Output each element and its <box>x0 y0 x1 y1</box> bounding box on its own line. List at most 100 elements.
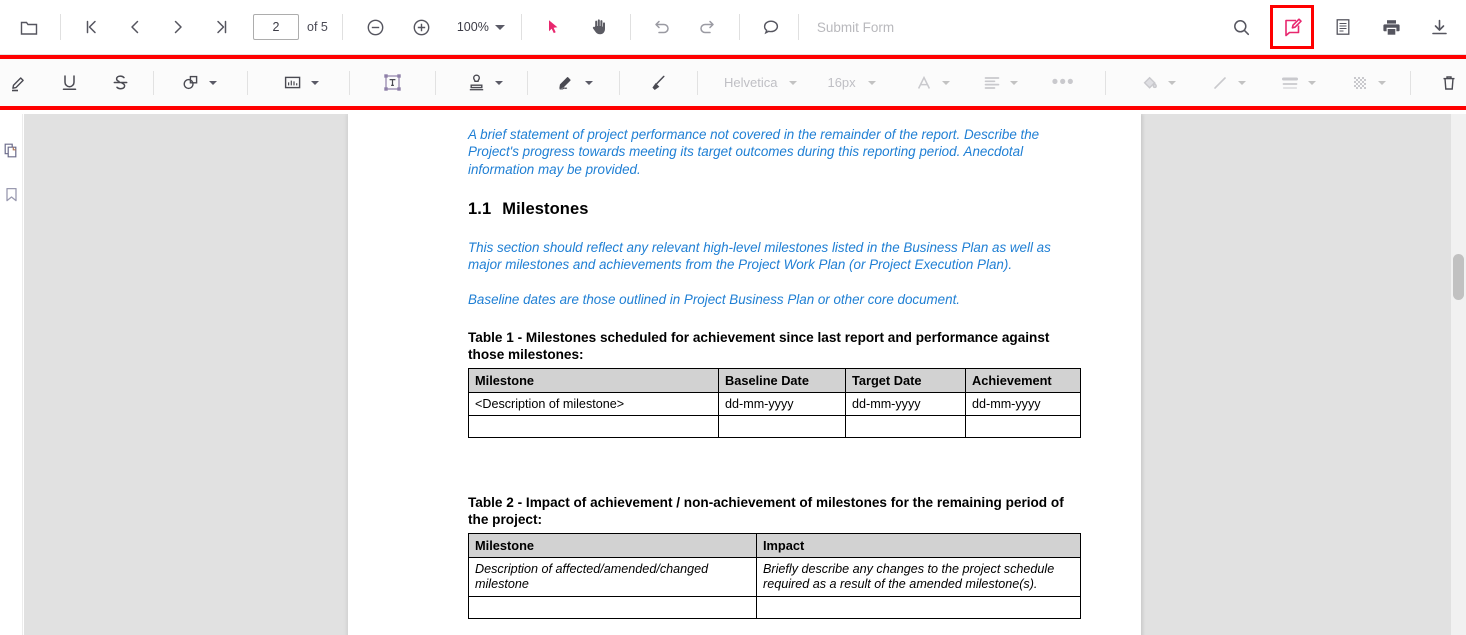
line-weight-chevron-down-icon[interactable] <box>1307 80 1316 85</box>
strikethrough-tool-button[interactable] <box>106 66 135 100</box>
ellipsis-icon: ••• <box>1051 71 1075 93</box>
table1-cell: dd-mm-yyyy <box>965 391 1081 416</box>
table1-cell <box>845 414 966 438</box>
stamp-chevron-down-icon[interactable] <box>495 80 503 85</box>
highlight-tool-button[interactable] <box>4 66 33 100</box>
form-fields-button[interactable] <box>1324 8 1362 46</box>
delete-annotation-button[interactable] <box>1435 66 1463 100</box>
table2-caption: Table 2 - Impact of achievement / non-ac… <box>468 494 1064 527</box>
print-button[interactable] <box>1372 8 1410 46</box>
open-file-button[interactable] <box>10 8 48 46</box>
page-number-input[interactable]: 2 <box>253 14 299 40</box>
align-button[interactable] <box>978 66 1006 100</box>
comment-button[interactable] <box>752 8 790 46</box>
zoom-out-button[interactable] <box>357 8 395 46</box>
align-chevron-down-icon[interactable] <box>1009 80 1018 85</box>
text-box-tool-button[interactable] <box>378 66 407 100</box>
section-heading: 1.1 Milestones <box>468 200 1080 219</box>
download-button[interactable] <box>1420 8 1458 46</box>
table1-header-cell: Achievement <box>965 367 1081 393</box>
toolbar-divider-3 <box>520 14 522 40</box>
table-row <box>468 595 1081 619</box>
toolbar-divider-6 <box>797 14 799 40</box>
document-viewer[interactable]: A brief statement of project performance… <box>24 114 1466 635</box>
search-button[interactable] <box>1222 8 1260 46</box>
toggle-panel-button[interactable] <box>1463 66 1466 100</box>
table1-header-row: Milestone Baseline Date Target Date Achi… <box>468 367 1081 393</box>
table1-cell <box>468 414 719 438</box>
line-weight-button[interactable] <box>1276 66 1304 100</box>
more-options-button[interactable]: ••• <box>1048 66 1079 100</box>
stroke-color-chevron-down-icon[interactable] <box>1237 80 1246 85</box>
toolbar-divider-2 <box>341 14 343 40</box>
main-toolbar: 2 of 5 100% Submit Form <box>0 0 1466 55</box>
text-color-button[interactable] <box>910 66 938 100</box>
last-page-button[interactable] <box>202 8 240 46</box>
pdf-viewer-app: 2 of 5 100% Submit Form Helvetica 16px •… <box>0 0 1466 635</box>
vertical-scrollbar[interactable] <box>1451 114 1466 635</box>
table1-cell <box>718 414 846 438</box>
section-paragraph-2: Baseline dates are those outlined in Pro… <box>468 292 961 308</box>
pan-tool-button[interactable] <box>580 8 618 46</box>
opacity-chevron-down-icon[interactable] <box>1377 80 1386 85</box>
annot-divider-3 <box>349 70 350 95</box>
table1-cell: <Description of milestone> <box>468 391 719 416</box>
font-family-dropdown[interactable]: Helvetica <box>724 75 798 90</box>
annotate-button[interactable] <box>1275 10 1309 44</box>
table1-cell: dd-mm-yyyy <box>718 391 846 416</box>
zoom-level-dropdown[interactable]: 100% <box>457 20 505 34</box>
image-chevron-down-icon[interactable] <box>311 80 319 85</box>
table1-header-cell: Baseline Date <box>718 367 846 393</box>
opacity-button[interactable] <box>1346 66 1374 100</box>
text-color-chevron-down-icon[interactable] <box>941 80 950 85</box>
table2-header-cell: Milestone <box>468 532 757 558</box>
font-family-chevron-down-icon <box>789 80 798 85</box>
table2-cell: Briefly describe any changes to the proj… <box>756 556 1081 597</box>
toolbar-divider-5 <box>738 14 740 40</box>
table1-cell <box>965 414 1081 438</box>
page-thumbnails-button[interactable] <box>0 128 23 172</box>
table2-cell: Description of affected/amended/changed … <box>468 556 757 597</box>
font-size-value: 16px <box>827 75 856 90</box>
fill-color-chevron-down-icon[interactable] <box>1167 80 1176 85</box>
annotate-button-highlight <box>1270 5 1314 49</box>
table2-cell <box>756 595 1081 619</box>
annot-divider-4 <box>435 70 436 95</box>
scrollbar-thumb[interactable] <box>1453 254 1464 300</box>
annotation-toolbar-highlight: Helvetica 16px ••• <box>0 55 1466 110</box>
table1-caption: Table 1 - Milestones scheduled for achie… <box>468 329 1050 362</box>
page-content: A brief statement of project performance… <box>468 126 1081 619</box>
annot-divider-6 <box>619 70 620 95</box>
underline-tool-button[interactable] <box>55 66 84 100</box>
zoom-in-button[interactable] <box>403 8 441 46</box>
first-page-button[interactable] <box>73 8 111 46</box>
fill-color-button[interactable] <box>1136 66 1164 100</box>
stroke-color-button[interactable] <box>1206 66 1234 100</box>
toolbar-divider-1 <box>60 14 61 40</box>
table1-header-cell: Target Date <box>845 367 966 393</box>
table1-header-cell: Milestone <box>468 367 719 393</box>
annotation-toolbar: Helvetica 16px ••• <box>0 59 1466 106</box>
shapes-tool-button[interactable] <box>176 66 205 100</box>
brush-tool-button[interactable] <box>644 66 673 100</box>
stamp-tool-button[interactable] <box>462 66 491 100</box>
toolbar-divider-4 <box>629 14 631 40</box>
select-tool-button[interactable] <box>534 8 572 46</box>
next-page-button[interactable] <box>159 8 197 46</box>
image-tool-button[interactable] <box>278 66 307 100</box>
font-size-dropdown[interactable]: 16px <box>827 75 876 90</box>
redo-button[interactable] <box>689 8 727 46</box>
section-paragraph-1: This section should reflect any relevant… <box>468 239 1051 273</box>
signature-chevron-down-icon[interactable] <box>585 80 593 85</box>
shapes-chevron-down-icon[interactable] <box>209 80 217 85</box>
annot-divider-2 <box>247 70 248 95</box>
previous-page-button[interactable] <box>116 8 154 46</box>
annot-divider-8 <box>1104 70 1106 95</box>
left-rail <box>0 114 23 635</box>
bookmarks-button[interactable] <box>0 172 23 216</box>
undo-button[interactable] <box>643 8 681 46</box>
font-size-chevron-down-icon <box>867 80 876 85</box>
submit-form-button[interactable]: Submit Form <box>817 20 894 35</box>
signature-tool-button[interactable] <box>552 66 581 100</box>
table1-cell: dd-mm-yyyy <box>845 391 966 416</box>
